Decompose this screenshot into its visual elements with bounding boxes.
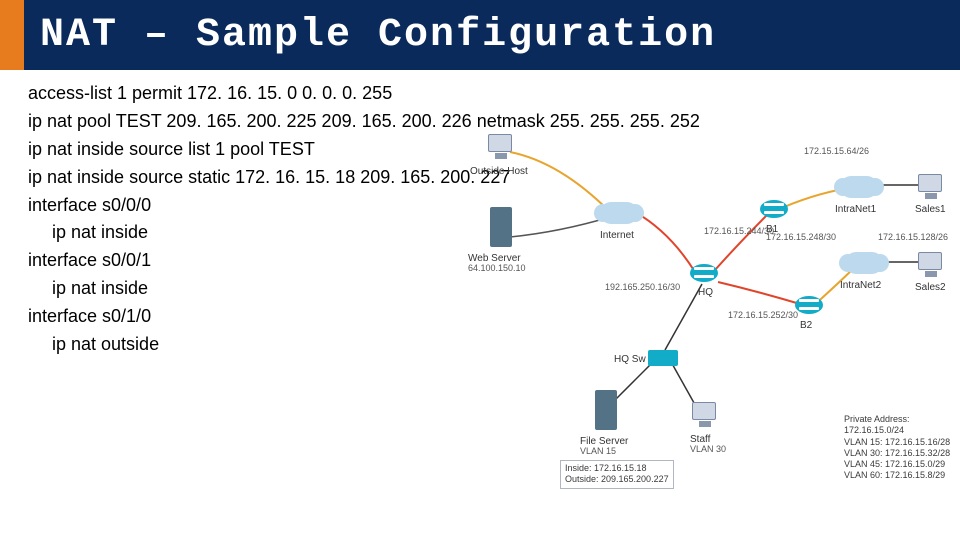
switch-icon — [648, 350, 678, 366]
pc-staff — [692, 402, 716, 420]
priv-v30: VLAN 30: 172.16.15.32/28 — [844, 448, 956, 459]
label-file-server-vlan: VLAN 15 — [580, 446, 616, 457]
router-icon — [795, 296, 823, 314]
pc-icon — [488, 134, 512, 152]
label-b2: B2 — [800, 318, 812, 334]
server-icon — [595, 390, 617, 430]
pc-sales1 — [918, 174, 942, 192]
cloud-icon — [840, 176, 878, 198]
label-outside-host: Outside Host — [470, 164, 528, 180]
priv-v60: VLAN 60: 172.16.15.8/29 — [844, 470, 956, 481]
label-net-b1-link: 172.16.15.244/30 — [704, 226, 774, 237]
accent-tab — [0, 0, 24, 70]
label-net-sales2: 172.16.15.128/26 — [878, 232, 948, 243]
router-hq — [690, 264, 718, 282]
label-hq: HQ — [698, 285, 713, 301]
label-web-server-ip: 64.100.150.10 — [468, 263, 526, 274]
label-net-hq-lan: 172.16.15.252/30 — [728, 310, 798, 321]
network-diagram: Outside Host Web Server 64.100.150.10 In… — [440, 132, 960, 482]
label-staff-vlan: VLAN 30 — [690, 444, 726, 455]
slide-body: access-list 1 permit 172. 16. 15. 0 0. 0… — [0, 70, 960, 369]
label-intranet1: IntraNet1 — [835, 202, 876, 218]
cloud-internet — [600, 202, 638, 224]
label-sales1: Sales1 — [915, 202, 946, 218]
pc-icon — [918, 252, 942, 270]
info-private-subnets: Private Address: 172.16.15.0/24 VLAN 15:… — [840, 412, 960, 484]
cloud-intranet2 — [845, 252, 883, 274]
pc-icon — [918, 174, 942, 192]
label-internet: Internet — [600, 228, 634, 244]
label-net-b1-top: 172.15.15.64/26 — [804, 146, 869, 157]
priv-v15: VLAN 15: 172.16.15.16/28 — [844, 437, 956, 448]
info-inside-outside: Inside: 172.16.15.18 Outside: 209.165.20… — [560, 460, 674, 489]
server-icon — [490, 207, 512, 247]
cloud-icon — [845, 252, 883, 274]
pc-sales2 — [918, 252, 942, 270]
pc-icon — [692, 402, 716, 420]
label-sales2: Sales2 — [915, 280, 946, 296]
title-bar: NAT – Sample Configuration — [0, 0, 960, 70]
info-outside: Outside: 209.165.200.227 — [565, 474, 669, 485]
router-b1 — [760, 200, 788, 218]
label-intranet2: IntraNet2 — [840, 278, 881, 294]
router-b2 — [795, 296, 823, 314]
slide-title: NAT – Sample Configuration — [40, 13, 716, 58]
label-net-b2-link: 172.16.15.248/30 — [766, 232, 836, 243]
switch-hq — [648, 350, 678, 366]
label-hqsw: HQ Sw — [614, 352, 646, 368]
server-web — [490, 207, 512, 247]
cloud-intranet1 — [840, 176, 878, 198]
label-net-hq-internet: 192.165.250.16/30 — [605, 282, 680, 293]
server-file — [595, 390, 617, 430]
config-line-1: access-list 1 permit 172. 16. 15. 0 0. 0… — [28, 80, 932, 108]
cloud-icon — [600, 202, 638, 224]
priv-title: Private Address: 172.16.15.0/24 — [844, 414, 956, 437]
priv-v45: VLAN 45: 172.16.15.0/29 — [844, 459, 956, 470]
pc-outside-host — [488, 134, 512, 152]
router-icon — [760, 200, 788, 218]
router-icon — [690, 264, 718, 282]
info-inside: Inside: 172.16.15.18 — [565, 463, 669, 474]
